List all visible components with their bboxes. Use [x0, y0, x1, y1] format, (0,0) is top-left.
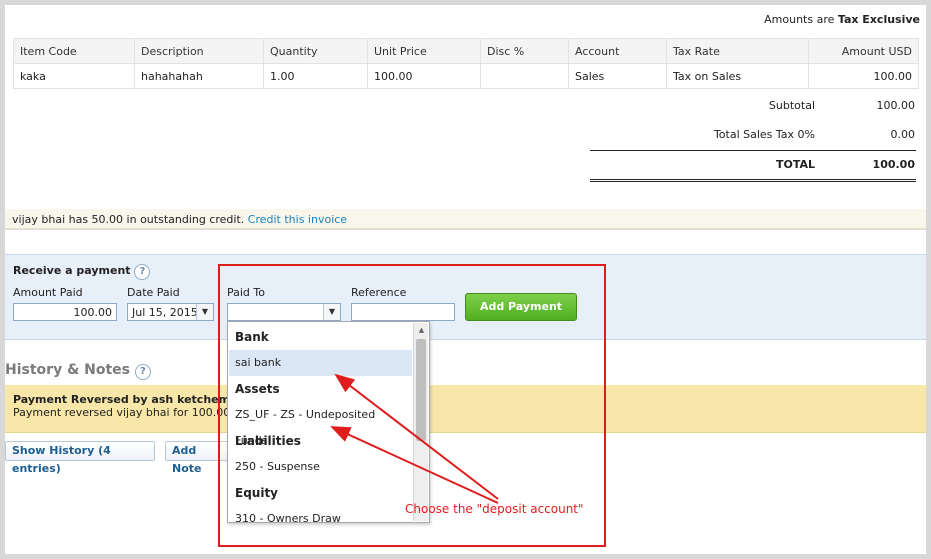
cell-quantity[interactable]: 1.00: [263, 63, 368, 89]
cell-unit-price[interactable]: 100.00: [367, 63, 481, 89]
tax-mode-value: Tax Exclusive: [837, 13, 920, 26]
col-item-code: Item Code: [13, 38, 135, 64]
section-divider: [5, 229, 926, 230]
credit-text: vijay bhai has 50.00 in outstanding cred…: [12, 213, 245, 226]
date-paid-label: Date Paid: [127, 286, 180, 299]
grand-total-label: TOTAL: [775, 158, 815, 171]
amount-paid-label: Amount Paid: [13, 286, 83, 299]
receive-payment-title-text: Receive a payment: [13, 264, 131, 277]
invoice-page: Amounts are Tax Exclusive Item Code Desc…: [5, 5, 926, 554]
tax-mode-indicator: Amounts are Tax Exclusive: [764, 13, 920, 26]
history-notes-title: History & Notes ?: [5, 362, 151, 380]
table-row[interactable]: kaka hahahahah 1.00 100.00 Sales Tax on …: [13, 63, 919, 89]
help-icon[interactable]: ?: [134, 364, 151, 380]
history-title-text: History & Notes: [5, 362, 131, 378]
cell-item-code[interactable]: kaka: [13, 63, 135, 89]
cell-account[interactable]: Sales: [568, 63, 667, 89]
amount-paid-input[interactable]: 100.00: [13, 303, 117, 321]
table-header-row: Item Code Description Quantity Unit Pric…: [13, 38, 919, 64]
subtotal-value: 100.00: [876, 99, 916, 112]
tax-mode-prefix: Amounts are: [764, 13, 835, 26]
col-disc: Disc %: [480, 38, 569, 64]
date-paid-value: Jul 15, 2015: [132, 306, 198, 319]
col-amount: Amount USD: [808, 38, 919, 64]
outstanding-credit-bar: vijay bhai has 50.00 in outstanding cred…: [5, 209, 926, 229]
cell-amount: 100.00: [808, 63, 919, 89]
totals-divider: [590, 150, 916, 151]
cell-disc[interactable]: [480, 63, 569, 89]
date-paid-select[interactable]: Jul 15, 2015 ▼: [127, 303, 214, 321]
show-history-button[interactable]: Show History (4 entries): [5, 441, 155, 475]
receive-payment-title: Receive a payment ?: [13, 264, 151, 280]
tax-total-label: Total Sales Tax 0%: [713, 128, 815, 141]
cell-tax-rate[interactable]: Tax on Sales: [666, 63, 809, 89]
help-icon[interactable]: ?: [134, 264, 151, 280]
col-quantity: Quantity: [263, 38, 368, 64]
col-account: Account: [568, 38, 667, 64]
grand-total-value: 100.00: [872, 158, 915, 171]
col-tax-rate: Tax Rate: [666, 38, 809, 64]
annotation-callout: Choose the "deposit account": [405, 502, 584, 516]
total-underline-1: [590, 179, 916, 180]
total-underline-2: [590, 181, 916, 182]
col-unit-price: Unit Price: [367, 38, 481, 64]
col-description: Description: [134, 38, 264, 64]
tax-total-value: 0.00: [890, 128, 916, 141]
chevron-down-icon[interactable]: ▼: [196, 304, 213, 320]
cell-description[interactable]: hahahahah: [134, 63, 264, 89]
credit-invoice-link[interactable]: Credit this invoice: [248, 213, 347, 226]
line-items-table: Item Code Description Quantity Unit Pric…: [13, 38, 919, 89]
subtotal-label: Subtotal: [768, 99, 815, 112]
